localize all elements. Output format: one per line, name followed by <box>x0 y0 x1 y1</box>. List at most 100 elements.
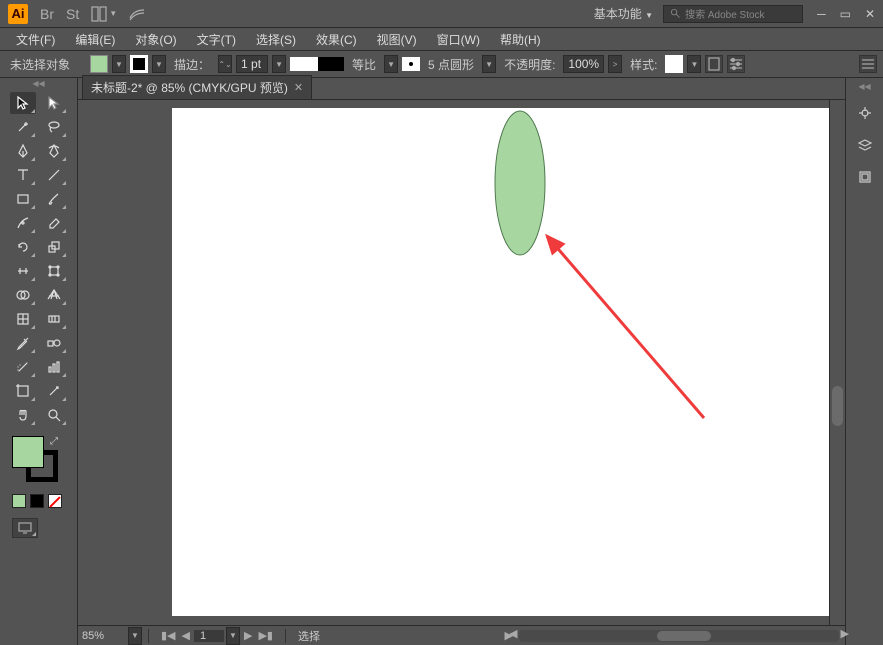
stroke-weight-input[interactable]: 1 pt <box>236 55 268 73</box>
shape-builder-tool[interactable] <box>10 284 36 306</box>
curvature-tool[interactable] <box>41 140 67 162</box>
fill-swatch[interactable] <box>90 55 108 73</box>
menu-help[interactable]: 帮助(H) <box>490 29 551 50</box>
zoom-level[interactable]: 85% <box>78 630 128 642</box>
close-tab-icon[interactable]: ✕ <box>294 81 303 94</box>
stroke-weight-dropdown[interactable]: ▼ <box>272 55 286 73</box>
fill-stroke-control[interactable]: ⤢ <box>12 436 64 488</box>
rightpanel-expand-icon[interactable]: ◀◀ <box>858 82 870 92</box>
right-panel-dock: ◀◀ <box>845 78 883 645</box>
stock-icon[interactable]: St <box>66 6 79 22</box>
prev-artboard-icon[interactable]: ◀ <box>180 629 192 642</box>
libraries-panel-icon[interactable] <box>854 166 876 188</box>
h-scrollbar-thumb[interactable] <box>657 631 711 641</box>
rotate-tool[interactable] <box>10 236 36 258</box>
zoom-tool[interactable] <box>41 404 67 426</box>
maximize-button[interactable]: ▭ <box>840 7 851 21</box>
column-graph-tool[interactable] <box>41 356 67 378</box>
annotation-arrow <box>547 236 704 418</box>
width-tool[interactable] <box>10 260 36 282</box>
menu-object[interactable]: 对象(O) <box>125 29 186 50</box>
menu-view[interactable]: 视图(V) <box>367 29 427 50</box>
swap-fill-stroke-icon[interactable]: ⤢ <box>50 436 58 447</box>
line-tool[interactable] <box>41 164 67 186</box>
magic-wand-tool[interactable] <box>10 116 36 138</box>
stroke-profile[interactable] <box>290 57 344 71</box>
screen-mode-icon[interactable] <box>12 518 38 538</box>
lasso-tool[interactable] <box>41 116 67 138</box>
layers-panel-icon[interactable] <box>854 134 876 156</box>
menu-effect[interactable]: 效果(C) <box>306 29 367 50</box>
bridge-icon[interactable]: Br <box>40 6 54 22</box>
opacity-dropdown[interactable]: > <box>608 55 622 73</box>
eraser-tool[interactable] <box>41 212 67 234</box>
properties-panel-icon[interactable] <box>854 102 876 124</box>
eyedropper-tool[interactable] <box>10 332 36 354</box>
symbol-sprayer-tool[interactable] <box>10 356 36 378</box>
rectangle-tool[interactable] <box>10 188 36 210</box>
opacity-input[interactable]: 100% <box>563 55 604 73</box>
blend-tool[interactable] <box>41 332 67 354</box>
preferences-icon[interactable] <box>727 55 745 73</box>
next-artboard-icon[interactable]: ▶ <box>242 629 254 642</box>
close-button[interactable]: ✕ <box>865 7 875 21</box>
none-mode-icon[interactable] <box>48 494 62 508</box>
stroke-swatch[interactable] <box>130 55 148 73</box>
search-input[interactable]: 搜索 Adobe Stock <box>663 5 803 23</box>
scale-tool[interactable] <box>41 236 67 258</box>
toolbar-collapse-icon[interactable]: ◀◀ <box>0 78 77 88</box>
profile-dropdown[interactable]: ▼ <box>384 55 398 73</box>
gradient-mode-icon[interactable] <box>30 494 44 508</box>
zoom-dropdown[interactable]: ▼ <box>128 627 142 645</box>
style-dropdown[interactable]: ▼ <box>687 55 701 73</box>
artboard-tool[interactable] <box>10 380 36 402</box>
doc-setup-icon[interactable] <box>705 55 723 73</box>
menu-file[interactable]: 文件(F) <box>6 29 65 50</box>
stroke-weight-down[interactable]: ⌃⌄ <box>218 55 232 73</box>
shaper-tool[interactable] <box>10 212 36 234</box>
workspace-switcher[interactable]: 基本功能 ▼ <box>594 5 653 22</box>
scroll-left-icon[interactable]: ◀ <box>507 627 519 640</box>
artboard[interactable] <box>172 108 829 616</box>
horizontal-scrollbar[interactable]: ◀ ▶ <box>519 630 839 642</box>
perspective-grid-tool[interactable] <box>41 284 67 306</box>
scrollbar-thumb[interactable] <box>832 386 843 426</box>
menu-type[interactable]: 文字(T) <box>187 29 246 50</box>
menu-select[interactable]: 选择(S) <box>246 29 306 50</box>
type-tool[interactable] <box>10 164 36 186</box>
vertical-scrollbar[interactable] <box>829 100 845 625</box>
menu-window[interactable]: 窗口(W) <box>427 29 490 50</box>
pen-tool[interactable] <box>10 140 36 162</box>
hand-tool[interactable] <box>10 404 36 426</box>
minimize-button[interactable]: ─ <box>817 7 826 21</box>
arrange-docs-icon[interactable]: ▼ <box>91 6 117 22</box>
last-artboard-icon[interactable]: ▶▮ <box>256 629 275 642</box>
stroke-dropdown[interactable]: ▼ <box>152 55 166 73</box>
document-tab[interactable]: 未标题-2* @ 85% (CMYK/GPU 预览) ✕ <box>82 75 312 99</box>
selection-tool[interactable] <box>10 92 36 114</box>
free-transform-tool[interactable] <box>41 260 67 282</box>
color-mode-icon[interactable] <box>12 494 26 508</box>
fill-dropdown[interactable]: ▼ <box>112 55 126 73</box>
scroll-right-icon[interactable]: ▶ <box>839 627 851 640</box>
artboard-dropdown[interactable]: ▼ <box>226 627 240 645</box>
canvas[interactable] <box>78 100 829 625</box>
artboard-number[interactable]: 1 <box>194 630 224 642</box>
titlebar: Ai Br St ▼ 基本功能 ▼ 搜索 Adobe Stock ─ ▭ ✕ <box>0 0 883 28</box>
style-swatch[interactable] <box>665 55 683 73</box>
slice-tool[interactable] <box>41 380 67 402</box>
brush-label: 5 点圆形 <box>428 56 474 73</box>
ellipse-shape[interactable] <box>495 111 545 255</box>
align-icon[interactable] <box>859 55 877 73</box>
paintbrush-tool[interactable] <box>41 188 67 210</box>
gradient-tool[interactable] <box>41 308 67 330</box>
mesh-tool[interactable] <box>10 308 36 330</box>
direct-selection-tool[interactable] <box>41 92 67 114</box>
brush-dropdown[interactable]: ▼ <box>482 55 496 73</box>
menu-edit[interactable]: 编辑(E) <box>65 29 125 50</box>
uniform-label: 等比 <box>352 56 376 73</box>
gpu-icon[interactable] <box>129 6 145 22</box>
style-label: 样式: <box>630 56 657 73</box>
brush-preview[interactable] <box>402 57 420 71</box>
first-artboard-icon[interactable]: ▮◀ <box>159 629 178 642</box>
